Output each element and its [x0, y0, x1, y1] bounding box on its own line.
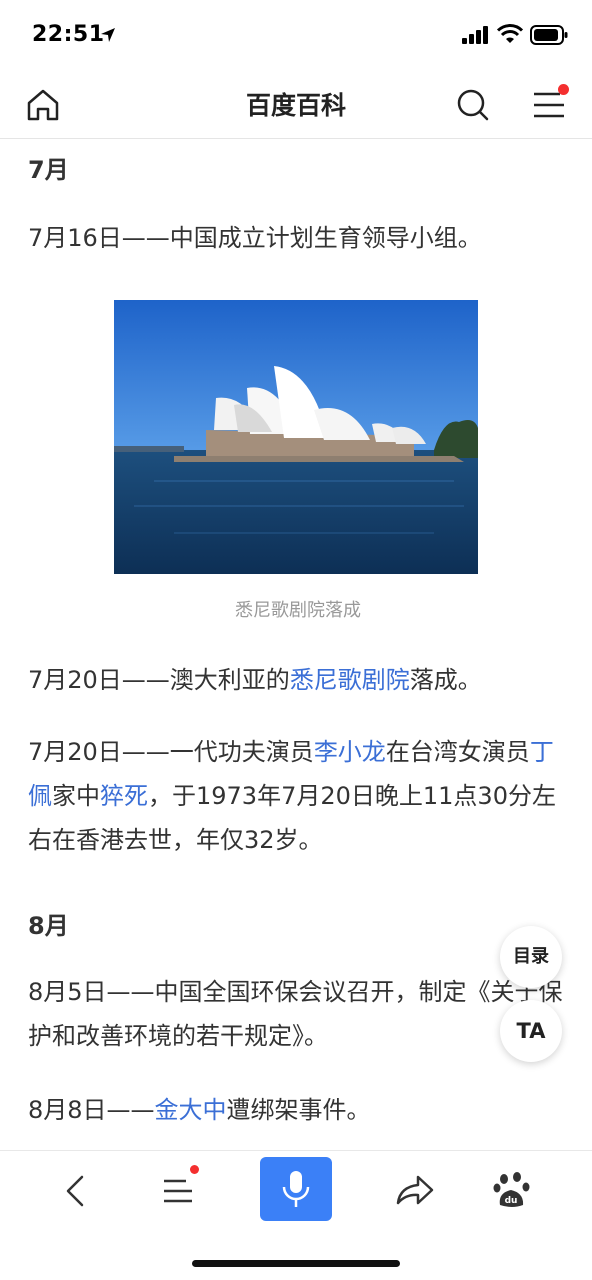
search-button[interactable] — [454, 86, 492, 124]
event-text: 家中 — [52, 782, 100, 810]
event-text: 在台湾女演员 — [385, 738, 530, 766]
table-of-contents-button[interactable]: 目录 — [500, 926, 562, 988]
month-heading-august: 8月 — [28, 912, 69, 940]
microphone-icon — [282, 1171, 310, 1207]
baidu-home-button[interactable]: du — [484, 1163, 540, 1219]
chevron-left-icon — [66, 1175, 84, 1207]
link-sydney-opera-house[interactable]: 悉尼歌剧院 — [290, 666, 410, 694]
link-sudden-death[interactable]: 猝死 — [100, 782, 148, 810]
event-july-20-bruce-lee: 7月20日——一代功夫演员李小龙在台湾女演员丁佩家中猝死，于1973年7月20日… — [28, 730, 568, 862]
location-arrow-icon — [101, 28, 115, 42]
image-caption: 悉尼歌剧院落成 — [235, 600, 361, 621]
font-size-button[interactable]: TA — [500, 1000, 562, 1062]
status-time: 22:51 — [32, 22, 105, 47]
event-aug-8: 8月8日——金大中遭绑架事件。 — [28, 1088, 568, 1132]
event-text: 落成。 — [409, 666, 482, 694]
link-bruce-lee[interactable]: 李小龙 — [314, 738, 386, 766]
event-text: 8月8日—— — [28, 1096, 155, 1124]
wifi-icon — [497, 24, 523, 43]
opera-house-picture — [114, 300, 478, 574]
cellular-signal-icon — [462, 26, 488, 44]
month-heading-july: 7月 — [28, 156, 69, 184]
back-button[interactable] — [48, 1163, 104, 1219]
notification-dot — [558, 84, 569, 95]
event-aug-5: 8月5日——中国全国环保会议召开，制定《关于保护和改善环境的若干规定》。 — [28, 978, 563, 1050]
battery-icon — [530, 25, 568, 45]
event-text: 7月20日——一代功夫演员 — [28, 738, 314, 766]
link-kim-dae-jung[interactable]: 金大中 — [155, 1096, 227, 1124]
event-text: 遭绑架事件。 — [226, 1096, 371, 1124]
status-bar: 22:51 — [0, 0, 592, 72]
event-text: 7月20日——澳大利亚的 — [28, 666, 290, 694]
opera-house-image[interactable] — [114, 300, 478, 574]
share-button[interactable] — [386, 1163, 442, 1219]
share-arrow-icon — [396, 1175, 434, 1205]
contents-menu-button[interactable] — [150, 1163, 206, 1219]
bottom-toolbar: du — [0, 1150, 592, 1235]
menu-button[interactable] — [530, 84, 569, 124]
search-icon — [457, 89, 489, 121]
top-nav-bar: 百度百科 — [0, 72, 592, 139]
voice-search-button[interactable] — [260, 1157, 332, 1221]
svg-text:du: du — [505, 1196, 518, 1206]
notification-dot — [190, 1165, 199, 1174]
event-july-20-opera: 7月20日——澳大利亚的悉尼歌剧院落成。 — [28, 658, 568, 702]
event-july-16: 7月16日——中国成立计划生育领导小组。 — [28, 224, 482, 252]
page-title: 百度百科 — [245, 91, 346, 120]
home-indicator — [192, 1260, 400, 1267]
baidu-paw-icon: du — [493, 1172, 530, 1207]
